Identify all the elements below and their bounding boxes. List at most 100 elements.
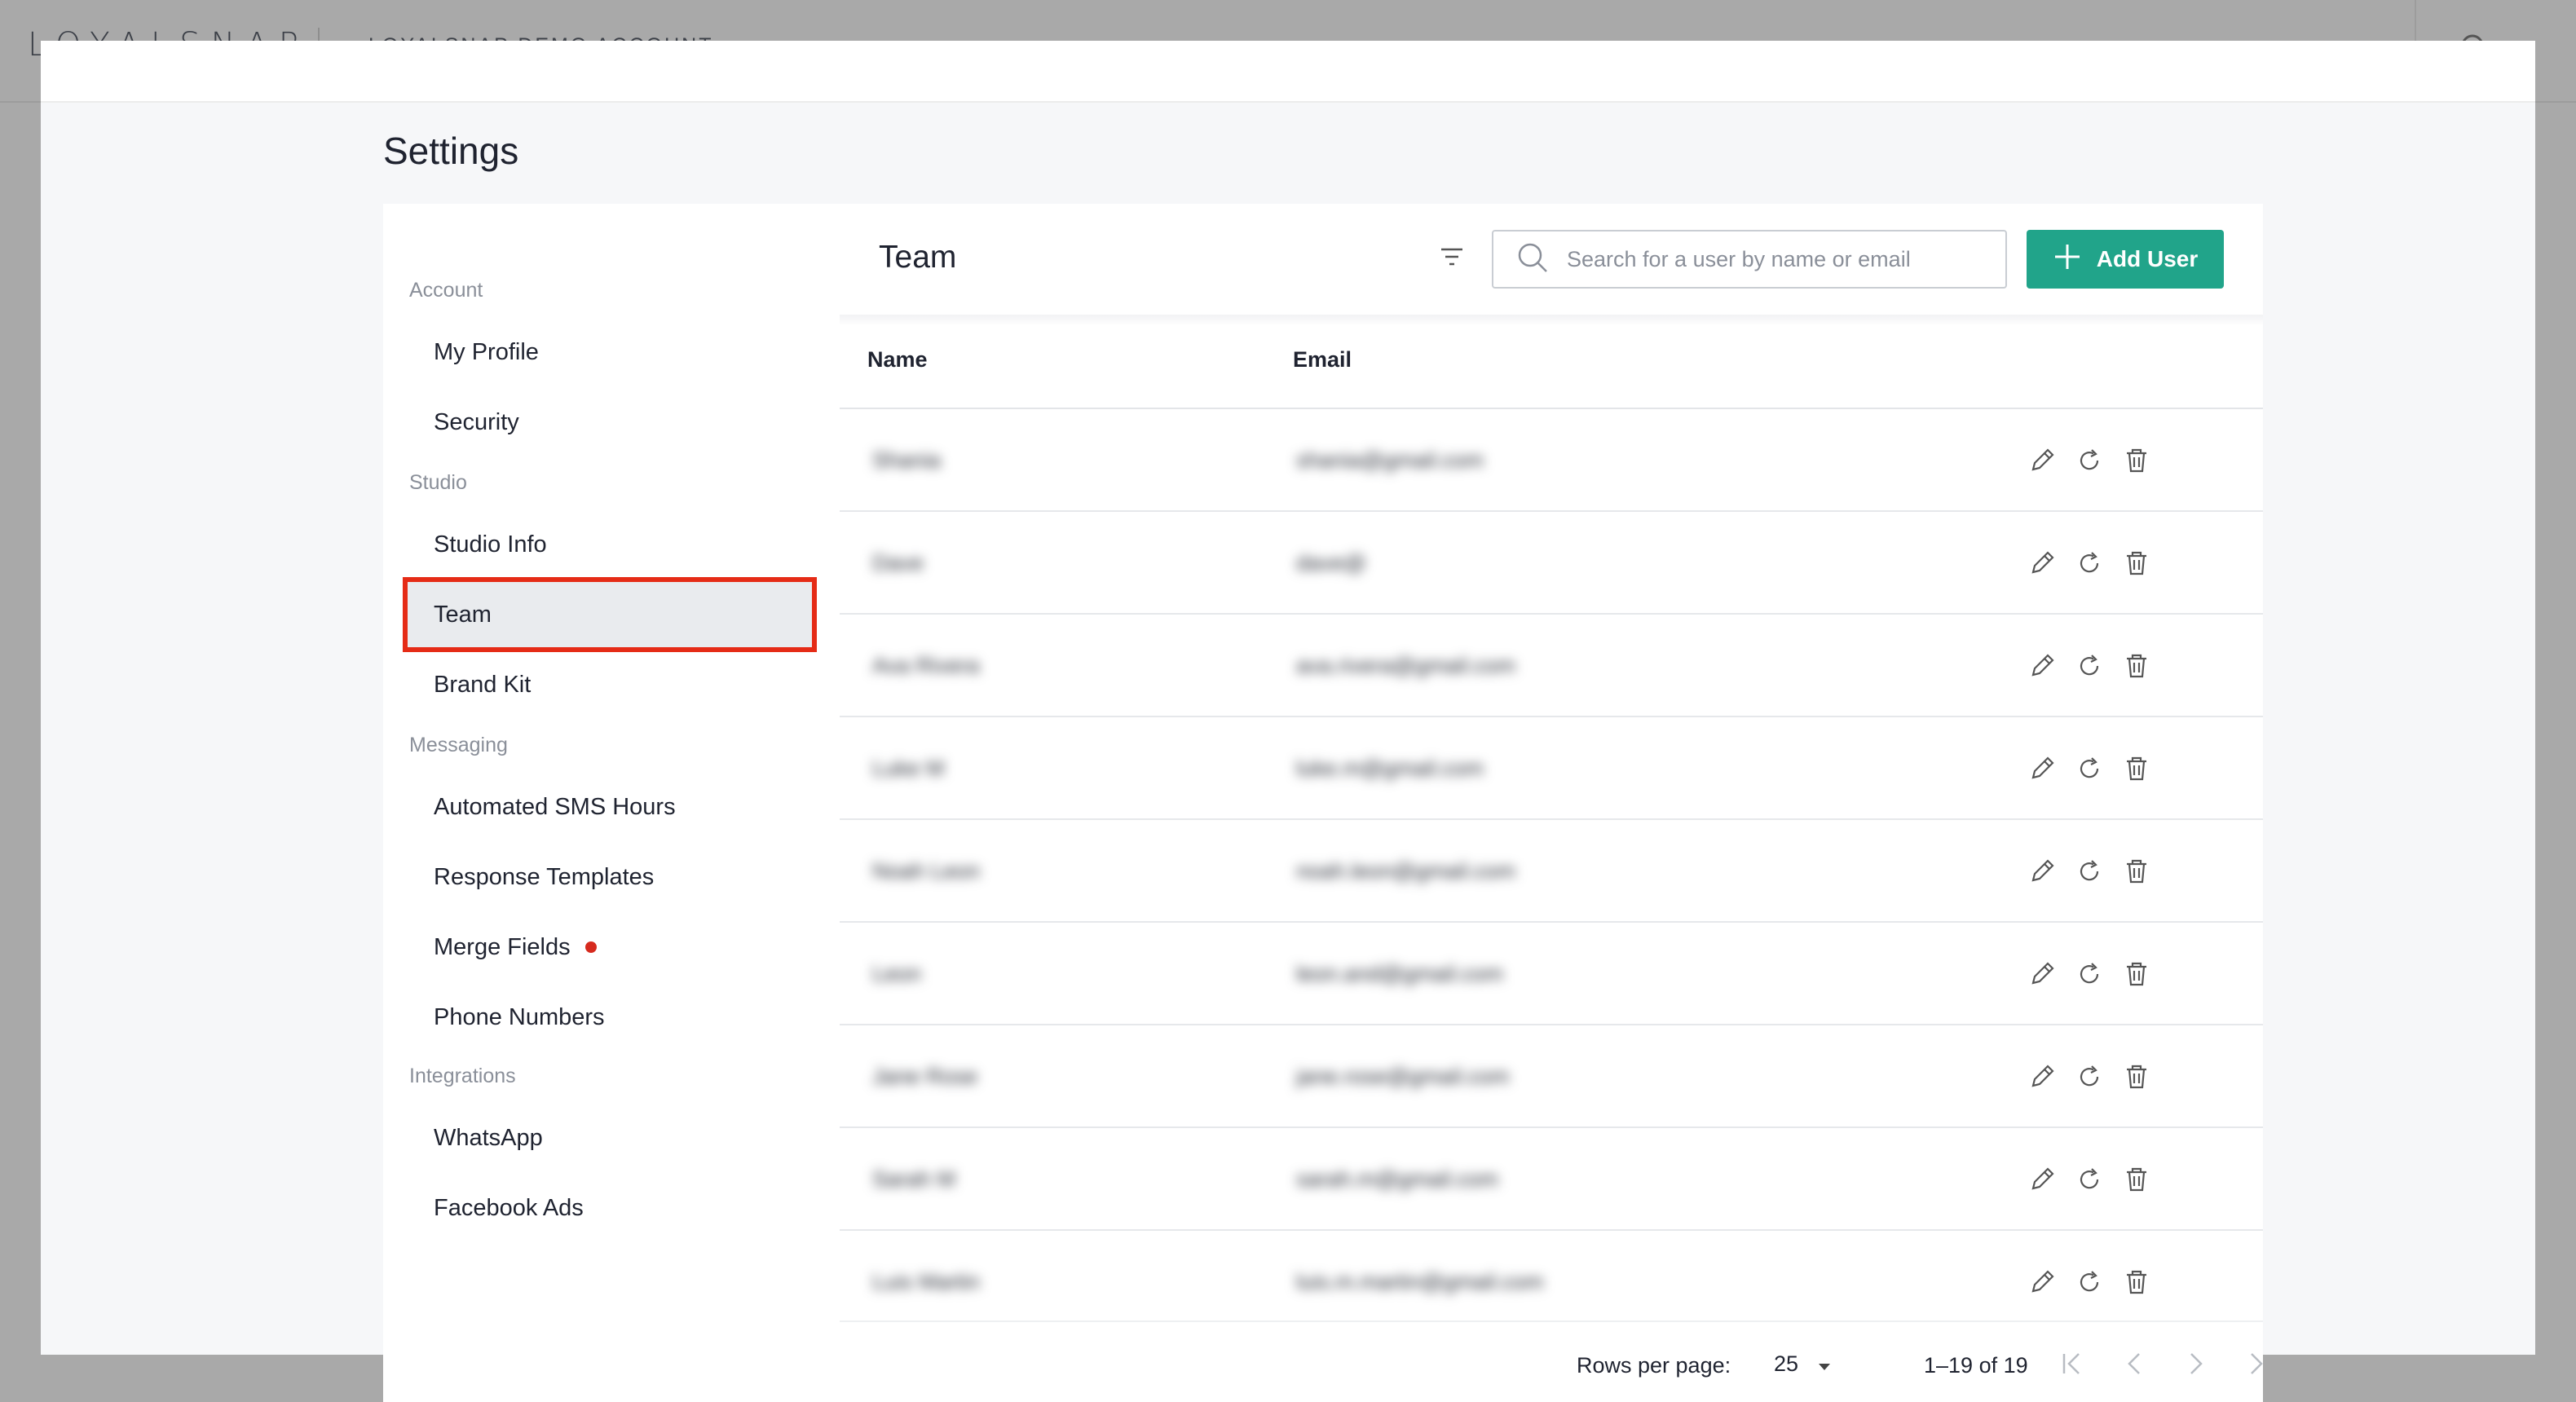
edit-icon[interactable] <box>2028 858 2056 885</box>
user-name: Sarah M <box>872 1166 956 1192</box>
team-panel: Team Add User Name Email Shania shania@gm… <box>840 204 2263 1402</box>
reset-icon[interactable] <box>2075 960 2103 988</box>
reset-icon[interactable] <box>2075 1063 2103 1091</box>
delete-icon[interactable] <box>2123 1268 2150 1296</box>
delete-icon[interactable] <box>2123 858 2150 885</box>
settings-modal: Settings Account My Profile Security Stu… <box>41 41 2535 1402</box>
caret-down-icon <box>1818 1351 1831 1377</box>
column-header-name[interactable]: Name <box>867 347 928 373</box>
rows-per-page-value: 25 <box>1774 1351 1799 1376</box>
add-user-label: Add User <box>2096 246 2199 271</box>
reset-icon[interactable] <box>2075 1166 2103 1193</box>
sidebar-item-phone-numbers[interactable]: Phone Numbers <box>408 985 812 1050</box>
user-email: jane.rose@gmail.com <box>1296 1064 1510 1089</box>
edit-icon[interactable] <box>2028 1063 2056 1091</box>
add-user-button[interactable]: Add User <box>2027 230 2224 289</box>
first-page-icon[interactable] <box>2061 1351 2084 1376</box>
section-label-integrations: Integrations <box>409 1065 516 1087</box>
table-row: Luke M luke.m@gmail.com <box>840 717 2263 820</box>
row-actions <box>2028 755 2150 783</box>
sidebar-item-team[interactable]: Team <box>403 577 817 652</box>
row-actions <box>2028 549 2150 577</box>
user-email: leon.and@gmail.com <box>1296 961 1504 986</box>
edit-icon[interactable] <box>2028 755 2056 783</box>
sidebar-item-label: Phone Numbers <box>434 1003 605 1030</box>
sidebar-item-studio-info[interactable]: Studio Info <box>408 512 812 577</box>
table-row: Jane Rose jane.rose@gmail.com <box>840 1025 2263 1128</box>
reset-icon[interactable] <box>2075 549 2103 577</box>
previous-page-icon[interactable] <box>2123 1351 2146 1376</box>
delete-icon[interactable] <box>2123 652 2150 680</box>
row-actions <box>2028 447 2150 474</box>
pagination-range: 1–19 of 19 <box>1924 1353 2028 1378</box>
section-label-studio: Studio <box>409 471 467 494</box>
user-name: Luis Martin <box>872 1269 981 1294</box>
delete-icon[interactable] <box>2123 447 2150 474</box>
table-row: Dave dave@ <box>840 512 2263 615</box>
user-email: ava.rivera@gmail.com <box>1296 653 1515 678</box>
delete-icon[interactable] <box>2123 1166 2150 1193</box>
next-page-icon[interactable] <box>2185 1351 2208 1376</box>
user-email: shania@gmail.com <box>1296 447 1484 473</box>
edit-icon[interactable] <box>2028 1166 2056 1193</box>
sidebar-item-whatsapp[interactable]: WhatsApp <box>408 1105 812 1171</box>
table-row: Shania shania@gmail.com <box>840 409 2263 512</box>
user-name: Leon <box>872 961 922 986</box>
delete-icon[interactable] <box>2123 1063 2150 1091</box>
table-row: Leon leon.and@gmail.com <box>840 923 2263 1025</box>
sidebar-item-label: WhatsApp <box>434 1124 543 1151</box>
user-search[interactable] <box>1492 230 2007 289</box>
edit-icon[interactable] <box>2028 960 2056 988</box>
table-pagination: Rows per page: 25 1–19 of 19 <box>840 1320 2263 1402</box>
reset-icon[interactable] <box>2075 858 2103 885</box>
table-row: Noah Leon noah.leon@gmail.com <box>840 820 2263 923</box>
edit-icon[interactable] <box>2028 652 2056 680</box>
plus-icon <box>2053 242 2082 277</box>
reset-icon[interactable] <box>2075 447 2103 474</box>
user-name: Shania <box>872 447 942 473</box>
sidebar-item-label: Studio Info <box>434 531 547 558</box>
reset-icon[interactable] <box>2075 755 2103 783</box>
page-title: Settings <box>383 130 519 172</box>
row-actions <box>2028 1063 2150 1091</box>
sidebar-item-security[interactable]: Security <box>408 390 812 455</box>
search-input[interactable] <box>1565 245 1992 273</box>
last-page-icon[interactable] <box>2247 1351 2263 1376</box>
reset-icon[interactable] <box>2075 1268 2103 1296</box>
delete-icon[interactable] <box>2123 960 2150 988</box>
user-email: dave@ <box>1296 550 1366 575</box>
sidebar-item-label: Security <box>434 408 519 435</box>
sidebar-item-label: Response Templates <box>434 863 655 890</box>
sidebar-item-label: My Profile <box>434 338 539 365</box>
user-name: Jane Rose <box>872 1064 978 1089</box>
rows-per-page-select[interactable]: 25 <box>1774 1351 1831 1377</box>
sidebar-item-my-profile[interactable]: My Profile <box>408 320 812 385</box>
sidebar-item-facebook-ads[interactable]: Facebook Ads <box>408 1175 812 1241</box>
panel-title: Team <box>879 240 957 275</box>
sidebar-item-label: Merge Fields <box>434 933 571 960</box>
sidebar-item-brand-kit[interactable]: Brand Kit <box>408 652 812 717</box>
reset-icon[interactable] <box>2075 652 2103 680</box>
sidebar-item-automated-sms-hours[interactable]: Automated SMS Hours <box>408 774 812 840</box>
delete-icon[interactable] <box>2123 549 2150 577</box>
sidebar-item-label: Brand Kit <box>434 671 532 698</box>
user-email: noah.leon@gmail.com <box>1296 858 1516 884</box>
table-row: Luis Martin luis.m.martin@gmail.com <box>840 1231 2263 1334</box>
table-row: Ava Rivera ava.rivera@gmail.com <box>840 615 2263 717</box>
settings-sidebar: Account My Profile Security Studio Studi… <box>383 204 840 1402</box>
sidebar-item-label: Facebook Ads <box>434 1194 584 1221</box>
sidebar-item-merge-fields[interactable]: Merge Fields <box>408 915 812 980</box>
edit-icon[interactable] <box>2028 549 2056 577</box>
edit-icon[interactable] <box>2028 1268 2056 1296</box>
user-name: Dave <box>872 550 924 575</box>
filter-icon[interactable] <box>1440 246 1464 271</box>
sidebar-item-response-templates[interactable]: Response Templates <box>408 844 812 910</box>
user-email: luis.m.martin@gmail.com <box>1296 1269 1544 1294</box>
column-header-email[interactable]: Email <box>1293 347 1352 373</box>
delete-icon[interactable] <box>2123 755 2150 783</box>
row-actions <box>2028 652 2150 680</box>
row-actions <box>2028 858 2150 885</box>
pager-controls <box>2061 1351 2263 1376</box>
rows-per-page-label: Rows per page: <box>1577 1353 1731 1378</box>
edit-icon[interactable] <box>2028 447 2056 474</box>
